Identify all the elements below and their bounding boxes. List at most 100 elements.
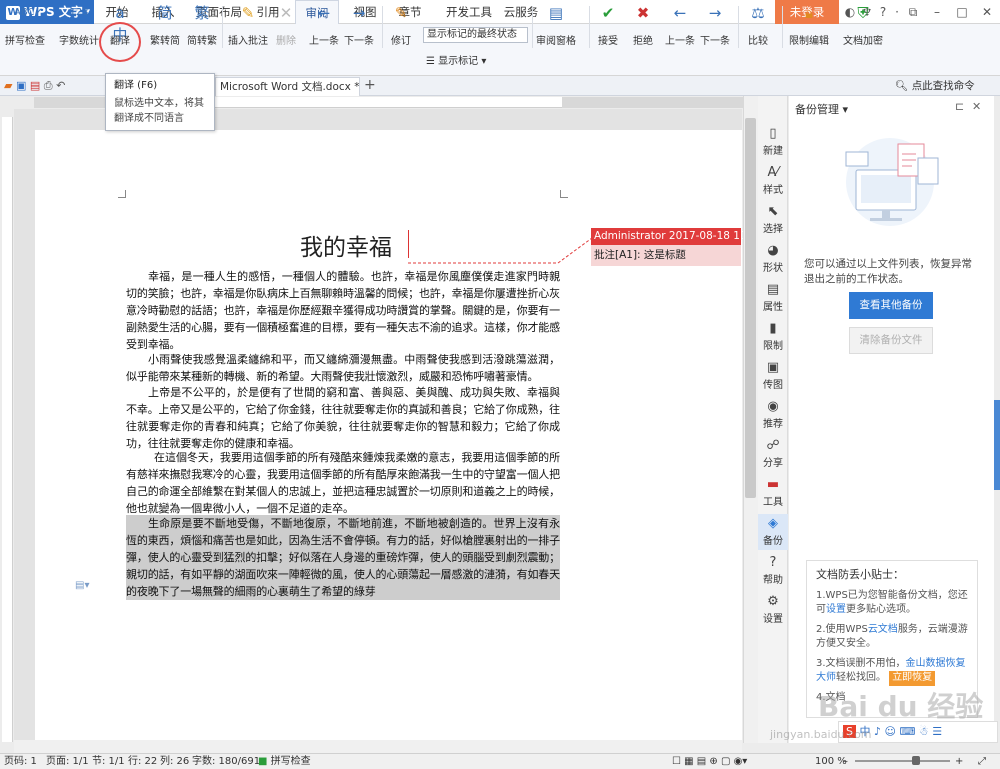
separator bbox=[532, 6, 533, 48]
tool-properties[interactable]: ▤ 属性 bbox=[758, 282, 788, 313]
tool-share[interactable]: ☍ 分享 bbox=[758, 438, 788, 469]
ruler-margin bbox=[562, 97, 744, 108]
comment-header[interactable]: Administrator 2017-08-18 11:28 bbox=[591, 228, 764, 245]
clear-backup-button[interactable]: 清除备份文件 bbox=[849, 327, 933, 354]
style-icon: A⁄ bbox=[767, 165, 779, 180]
search-command[interactable]: 🔍︎ 点此查找命令 bbox=[895, 77, 1000, 95]
zoom-slider-knob[interactable] bbox=[912, 756, 920, 765]
close-icon[interactable]: ✕ bbox=[980, 4, 994, 20]
zoom-slider[interactable] bbox=[855, 760, 950, 762]
trad-to-simp-button[interactable]: 简繁转简 bbox=[147, 2, 183, 47]
review-pane-button[interactable]: ▤ 审阅窗格 bbox=[534, 2, 578, 47]
prev-comment-button[interactable]: ← 上一条 bbox=[307, 2, 341, 47]
quick-access-toolbar: ▰ ▣ ▤ ⎙ ↶ bbox=[4, 79, 65, 93]
paragraph-options-icon[interactable]: ▤▾ bbox=[75, 580, 89, 591]
more-icon[interactable]: · bbox=[890, 4, 904, 20]
minimize-icon[interactable]: – bbox=[930, 4, 944, 20]
compare-button[interactable]: ⚖ 比较 bbox=[742, 2, 774, 47]
delete-comment-button[interactable]: ✕ 删除 bbox=[271, 2, 301, 47]
new-tab-button[interactable]: + bbox=[364, 77, 376, 93]
tab-developer[interactable]: 开发工具 bbox=[440, 0, 498, 24]
horizontal-scrollbar[interactable] bbox=[14, 740, 742, 753]
tool-backup[interactable]: ◈ 备份 bbox=[758, 514, 788, 550]
show-markup-button[interactable]: ☰ 显示标记 ▾ bbox=[426, 52, 516, 67]
status-section[interactable]: 节: 1/1 bbox=[92, 754, 125, 769]
watermark-url: jingyan.baidu.com bbox=[770, 728, 872, 741]
pin-icon[interactable]: ⊏ bbox=[955, 100, 964, 113]
view-mode-icons[interactable]: ☐ ▦ ▤ ⊕ ▢ ◉▾ bbox=[672, 754, 747, 769]
paragraph[interactable]: 幸福，是一種人生的感悟，一種個人的體驗。也許，幸福是你風塵僕僕走進家門時親切的笑… bbox=[126, 268, 560, 353]
tool-settings[interactable]: ⚙ 设置 bbox=[758, 594, 788, 625]
search-icon: 🔍︎ bbox=[895, 80, 909, 92]
margin-corner bbox=[560, 190, 568, 198]
paragraph[interactable]: 在這個冬天，我要用這個季節的所有殘酷來鍾煉我柔嫩的意志，我要用這個季節的所有慈祥… bbox=[126, 449, 560, 517]
shield-icon: ⛨ bbox=[857, 4, 869, 22]
tool-recommend[interactable]: ◉ 推荐 bbox=[758, 399, 788, 430]
zoom-in-icon[interactable]: + bbox=[955, 754, 963, 769]
tool-select[interactable]: ⬉ 选择 bbox=[758, 204, 788, 235]
recover-now-button[interactable]: 立即恢复 bbox=[889, 671, 936, 686]
accept-button[interactable]: ✔ 接受 bbox=[592, 2, 624, 47]
view-other-backups-button[interactable]: 查看其他备份 bbox=[849, 292, 933, 319]
fit-icon[interactable]: ⤢ bbox=[978, 754, 986, 769]
paragraph[interactable]: 上帝是不公平的，於是便有了世間的窮和富、善與惡、美與醜、成功與失敗、幸福與不幸。… bbox=[126, 384, 560, 452]
settings-link[interactable]: 设置 bbox=[826, 604, 846, 615]
separator bbox=[782, 6, 783, 48]
maximize-icon[interactable]: □ bbox=[955, 4, 969, 20]
zoom-level[interactable]: 100 % bbox=[815, 754, 847, 769]
spell-check-indicator[interactable]: ■ 拼写检查 bbox=[258, 754, 311, 769]
document-tab[interactable]: Microsoft Word 文档.docx * bbox=[215, 77, 360, 96]
status-page[interactable]: 页面: 1/1 bbox=[46, 754, 89, 769]
word-count-button[interactable]: 123 字数统计 bbox=[58, 2, 100, 47]
margin-corner bbox=[118, 190, 126, 198]
next-comment-button[interactable]: → 下一条 bbox=[342, 2, 376, 47]
markup-state-select[interactable]: 显示标记的最终状态 bbox=[423, 27, 528, 43]
status-row[interactable]: 行: 22 bbox=[128, 754, 157, 769]
selected-paragraph[interactable]: 生命原是要不斷地受傷，不斷地復原，不斷地前進，不斷地被創造的。世界上沒有永恆的東… bbox=[126, 515, 560, 601]
panel-description: 您可以通过以上文件列表，恢复异常退出之前的工作状态。 bbox=[804, 258, 972, 285]
spell-check-button[interactable]: ABC✓ 拼写检查 bbox=[4, 2, 46, 47]
cloud-doc-link[interactable]: 云文档 bbox=[868, 624, 898, 635]
restrict-icon: ▮ bbox=[769, 321, 777, 336]
tip-3: 3.文档误删不用怕，金山数据恢复大师轻松找回。 立即恢复 bbox=[816, 657, 968, 686]
status-word-count[interactable]: 字数: 180/691 bbox=[192, 754, 260, 769]
translate-highlight-circle bbox=[99, 22, 141, 62]
undo-icon[interactable]: ↶ bbox=[56, 79, 65, 92]
comment-icon: ✎ bbox=[241, 4, 255, 22]
pdf-icon[interactable]: ▤ bbox=[30, 79, 40, 92]
prev-change-button[interactable]: ← 上一条 bbox=[663, 2, 697, 47]
zoom-out-icon[interactable]: – bbox=[843, 754, 848, 769]
tool-tools[interactable]: ▬ 工具 bbox=[758, 477, 788, 508]
restrict-edit-button[interactable]: 🔒︎ 限制编辑 bbox=[786, 2, 832, 47]
status-page-number[interactable]: 页码: 1 bbox=[4, 754, 37, 769]
status-column[interactable]: 列: 26 bbox=[160, 754, 189, 769]
compare-icon: ⚖ bbox=[751, 4, 765, 22]
document-title[interactable]: 我的幸福 bbox=[300, 228, 410, 262]
simp-to-trad-button[interactable]: 繁简转繁 bbox=[184, 2, 220, 47]
open-icon[interactable]: ▰ bbox=[4, 79, 12, 92]
restore-window-icon[interactable]: ⧉ bbox=[906, 4, 920, 20]
backup-icon: ◈ bbox=[768, 516, 778, 531]
tool-restrict[interactable]: ▮ 限制 bbox=[758, 321, 788, 352]
save-icon[interactable]: ▣ bbox=[16, 79, 26, 92]
tool-shape[interactable]: ◕ 形状 bbox=[758, 243, 788, 274]
next-change-button[interactable]: → 下一条 bbox=[698, 2, 732, 47]
paragraph[interactable]: 小雨聲使我感覺溫柔纏綿和平，而又纏綿瀰漫無盡。中雨聲使我感到活潑跳蕩滋潤，似乎能… bbox=[126, 351, 560, 385]
tool-help[interactable]: ? 帮助 bbox=[758, 555, 788, 586]
track-changes-button[interactable]: ✎ 修订 bbox=[385, 2, 417, 47]
tool-upload-image[interactable]: ▣ 传图 bbox=[758, 360, 788, 391]
doc-encrypt-button[interactable]: ⛨ 文档加密 bbox=[840, 2, 886, 47]
tip-2: 2.使用WPS云文档服务，云端漫游方便又安全。 bbox=[816, 623, 968, 650]
print-icon[interactable]: ⎙ bbox=[44, 79, 53, 92]
tool-style[interactable]: A⁄ 样式 bbox=[758, 165, 788, 196]
panel-title[interactable]: 备份管理 ▾ bbox=[795, 101, 848, 117]
scrollbar-thumb[interactable] bbox=[745, 118, 756, 498]
comment-body[interactable]: 批注[A1]: 这是标题 bbox=[591, 245, 741, 266]
tool-new[interactable]: ▯ 新建 bbox=[758, 126, 788, 157]
translate-tooltip: 翻译 (F6) 鼠标选中文本，将其翻译成不同语言 bbox=[105, 73, 215, 131]
panel-collapse-handle[interactable] bbox=[994, 400, 1000, 490]
properties-icon: ▤ bbox=[766, 282, 780, 297]
panel-close-icon[interactable]: ✕ bbox=[972, 100, 981, 113]
reject-button[interactable]: ✖ 拒绝 bbox=[627, 2, 659, 47]
insert-comment-button[interactable]: ✎ 插入批注 bbox=[228, 2, 268, 47]
